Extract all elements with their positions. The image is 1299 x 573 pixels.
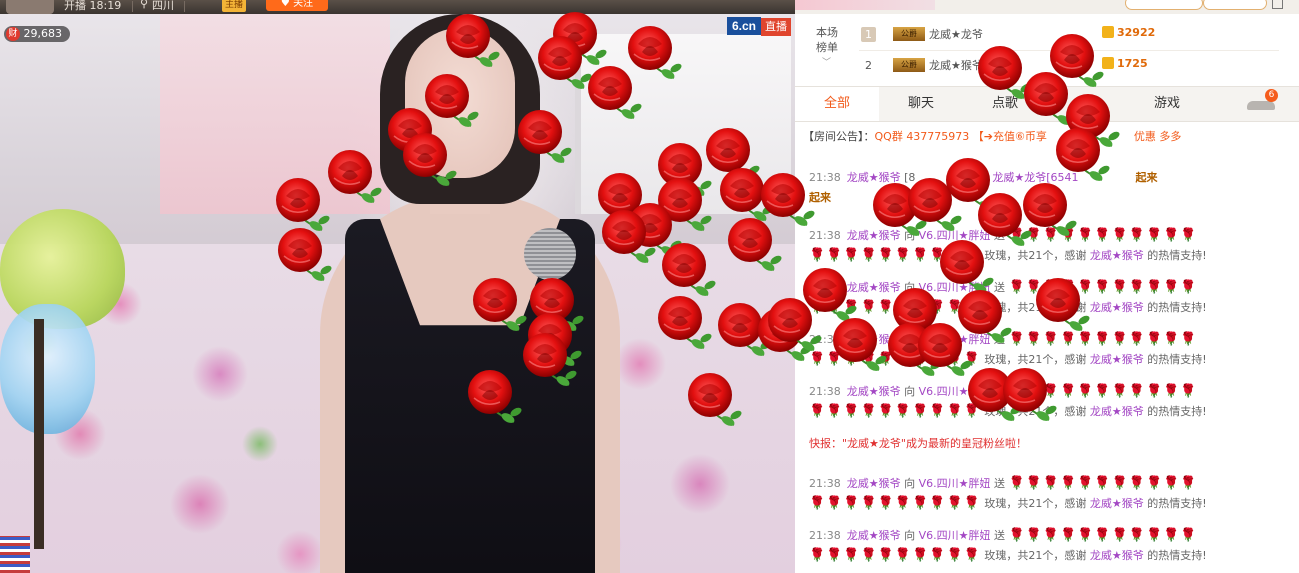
host-location: 四川 [152, 0, 174, 12]
rose-icon: 🌹🌹🌹🌹🌹🌹🌹🌹🌹🌹 [809, 404, 981, 419]
gift-message: 21:38 龙威★猴爷 向 V6.四川★胖妞 送 🌹🌹🌹🌹🌹🌹🌹🌹🌹🌹🌹 🌹🌹🌹🌹🌹… [809, 384, 1207, 419]
microphone [524, 228, 576, 280]
video-top-bar: 开播 18:19 ⚲ 四川 主播 ♥ 关注 [0, 0, 795, 14]
chat-message: 21:38 龙威★猴爷 [8 龙威★龙爷[6541 起来 起来 [809, 171, 1158, 204]
site-watermark: 6.cn 直播 [726, 17, 791, 36]
video-player[interactable]: 财 29,683 6.cn 直播 [0, 14, 795, 573]
rose-icon: 🌹🌹🌹🌹🌹🌹🌹🌹🌹🌹🌹 [1008, 228, 1198, 243]
rank-row[interactable]: 2 公爵 龙威★猴爷 1725 [859, 52, 1279, 80]
location-icon: ⚲ [140, 0, 149, 10]
car-count-badge: 6 [1265, 89, 1278, 102]
live-badge: 直播 [761, 18, 791, 36]
chat-tabs: 全部 聊天 点歌 游戏 6 [795, 87, 1299, 122]
noble-badge: 公爵 [893, 58, 925, 72]
rose-icon: 🌹🌹🌹🌹🌹🌹🌹🌹🌹🌹🌹 [1008, 476, 1198, 491]
wealth-value: 29,683 [23, 27, 63, 40]
tab-chat[interactable]: 聊天 [879, 87, 963, 121]
wealth-icon: 财 [6, 27, 20, 41]
flash-news: 快报："龙威★龙爷"成为最新的皇冠粉丝啦！ [809, 437, 1027, 450]
rose-icon: 🌹🌹🌹🌹🌹🌹🌹🌹🌹🌹🌹 [1008, 332, 1198, 347]
chat-messages: 21:38 龙威★猴爷 [8 龙威★龙爷[6541 起来 起来 21:38 龙威★猴… [795, 164, 1299, 573]
rank-row[interactable]: 1 公爵 龙威★龙爷 32922 [859, 21, 1279, 49]
gift-message: 21:38 龙威★猴爷 向 V6.四川★胖妞 送 🌹🌹🌹🌹🌹🌹🌹🌹🌹🌹🌹 🌹🌹🌹🌹🌹… [809, 228, 1207, 263]
heart-icon: ♥ [280, 0, 290, 9]
rank-board: 本场 榜单 ﹀ 1 公爵 龙威★龙爷 32922 2 公爵 龙威★猴爷 1725 [795, 14, 1299, 87]
tab-song[interactable]: 点歌 [963, 87, 1047, 121]
coin-icon [1102, 57, 1114, 69]
car-icon[interactable]: 6 [1247, 89, 1278, 111]
host-tag: 主播 [222, 0, 247, 12]
noble-badge: 公爵 [893, 27, 925, 41]
live-time: 开播 18:19 [64, 0, 122, 12]
rose-icon: 🌹🌹🌹🌹🌹🌹🌹🌹🌹🌹 [809, 496, 981, 511]
window-toggle-icon[interactable] [1272, 0, 1283, 9]
top-pill-button[interactable] [1125, 0, 1203, 10]
chat-panel: 本场 榜单 ﹀ 1 公爵 龙威★龙爷 32922 2 公爵 龙威★猴爷 1725… [795, 14, 1299, 573]
follow-button[interactable]: ♥ 关注 [266, 0, 328, 11]
top-pill-button-2[interactable] [1203, 0, 1267, 10]
coin-icon [1102, 26, 1114, 38]
wealth-counter: 财 29,683 [4, 26, 70, 42]
gift-message: 21:38 龙威★猴爷 向 V6.四川★胖妞 送 🌹🌹🌹🌹🌹🌹🌹🌹🌹🌹🌹 🌹🌹🌹🌹🌹… [809, 476, 1207, 511]
rank-coins: 1725 [1102, 57, 1148, 70]
rank-username[interactable]: 龙威★猴爷 [929, 57, 983, 73]
rank-coins: 32922 [1102, 26, 1155, 39]
gift-message: 21:38 龙威★猴爷 向 V6.四川★胖妞 送 🌹🌹🌹🌹🌹🌹🌹🌹🌹🌹🌹 🌹🌹🌹🌹🌹… [809, 332, 1207, 367]
rose-icon: 🌹🌹🌹🌹🌹🌹🌹🌹🌹🌹 [809, 300, 981, 315]
rose-icon: 🌹🌹🌹🌹🌹🌹🌹🌹🌹🌹🌹 [1008, 384, 1198, 399]
banner-image[interactable] [795, 0, 935, 10]
rose-icon: 🌹🌹🌹🌹🌹🌹🌹🌹🌹🌹 [809, 248, 981, 263]
rank-board-toggle[interactable]: 本场 榜单 [807, 25, 847, 55]
chevron-down-icon[interactable]: ﹀ [822, 55, 831, 68]
site-logo: 6.cn [726, 17, 761, 35]
tree-decoration [0, 199, 125, 573]
room-announcement: 【房间公告】：QQ群 437775973 【➔充值⑥币享 优惠 多多 [803, 130, 1182, 143]
tab-all[interactable]: 全部 [795, 87, 879, 121]
tab-hidden[interactable] [1047, 87, 1131, 121]
panel-top-strip [795, 0, 1299, 14]
rank-username[interactable]: 龙威★龙爷 [929, 26, 983, 42]
tab-games[interactable]: 游戏 [1125, 87, 1209, 121]
rose-icon: 🌹🌹🌹🌹🌹🌹🌹🌹🌹🌹🌹 [1008, 528, 1198, 543]
gift-message: 21:38 龙威★猴爷 向 V6.四川★胖妞 送 🌹🌹🌹🌹🌹🌹🌹🌹🌹🌹🌹 🌹🌹🌹🌹🌹… [809, 280, 1207, 315]
host-avatar[interactable] [6, 0, 54, 14]
rose-icon: 🌹🌹🌹🌹🌹🌹🌹🌹🌹🌹 [809, 548, 981, 563]
rose-icon: 🌹🌹🌹🌹🌹🌹🌹🌹🌹🌹🌹 [1008, 280, 1198, 295]
rose-icon: 🌹🌹🌹🌹🌹🌹🌹🌹🌹🌹 [809, 352, 981, 367]
gift-message: 21:38 龙威★猴爷 向 V6.四川★胖妞 送 🌹🌹🌹🌹🌹🌹🌹🌹🌹🌹🌹 🌹🌹🌹🌹🌹… [809, 528, 1207, 563]
